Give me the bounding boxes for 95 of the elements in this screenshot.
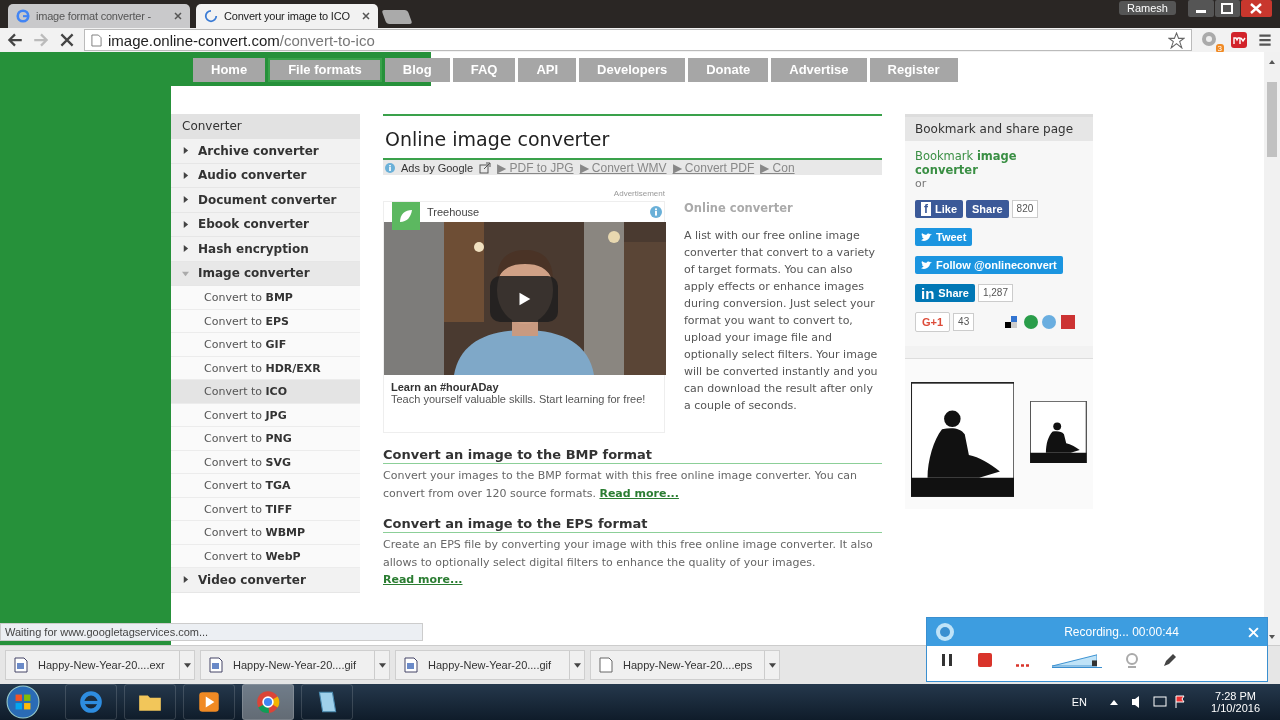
ads-label[interactable]: Ads by Google: [401, 161, 474, 174]
caret-icon[interactable]: [573, 662, 581, 668]
section-heading: Convert an image to the BMP format: [383, 447, 882, 464]
tab-title: image format converter -: [36, 10, 153, 22]
image-file-icon: [404, 657, 418, 673]
sidebar-item[interactable]: Document converter: [171, 188, 360, 213]
back-icon[interactable]: [6, 31, 24, 49]
recording-status: Recording... 00:00:44: [1063, 625, 1180, 639]
sidebar-item[interactable]: Video converter: [171, 568, 360, 593]
caret-icon[interactable]: [768, 662, 776, 668]
section-heading: Convert an image to the EPS format: [383, 516, 882, 533]
collapsed-triangle-icon: [182, 196, 189, 204]
star-icon[interactable]: [1168, 31, 1185, 49]
page-title: Online image converter: [383, 114, 882, 160]
bird-icon: [921, 260, 932, 270]
section-text: Create an EPS file by converting your image with this free online image converter. It also allows to optionally select digital filters to enhance the quality of your images. Read more...: [383, 537, 874, 588]
share-count: 1,287: [977, 284, 1013, 302]
ad-label: Advertisement: [612, 189, 665, 198]
play-icon: [196, 689, 222, 715]
linkedin-share-button[interactable]: in Share: [915, 284, 975, 302]
google-plus-button[interactable]: G+1: [915, 312, 951, 332]
download-item[interactable]: Happy-New-Year-20....gif: [200, 650, 390, 680]
sidebar-item[interactable]: Hash encryption: [171, 237, 360, 262]
leaf-logo-icon: [392, 202, 420, 230]
like-button[interactable]: f Like: [915, 200, 963, 218]
folder-taskbar-button[interactable]: [124, 684, 176, 720]
collapsed-triangle-icon: [182, 147, 189, 155]
panel-heading: Bookmark and share page: [905, 117, 1093, 141]
intro-text: A list with our free online image converter that convert to a variety of target formats. You can also apply effects or enhance images during conversion. Just select your format you want to convert to, upload your image file and optionally select filters. Your image will be converted instantly and you can download the result after only a couple of seconds.: [684, 228, 879, 414]
close-icon[interactable]: [174, 12, 182, 20]
download-item[interactable]: Happy-New-Year-20....eps: [590, 650, 780, 680]
ad-headline: Learn an #hourADay: [391, 381, 500, 393]
ad-card[interactable]: Treehouse Learn an #hourADay Teach yourself valuable skills. Start learning for free!: [383, 201, 665, 433]
scrollbar[interactable]: [1264, 52, 1280, 645]
or-text: or: [915, 177, 928, 190]
close-icon[interactable]: [362, 12, 370, 20]
caret-icon[interactable]: [378, 662, 386, 668]
download-item[interactable]: Happy-New-Year-20....exr: [5, 650, 195, 680]
language-indicator[interactable]: EN: [1071, 696, 1088, 708]
sidebar-subitem[interactable]: Convert to ICO: [171, 380, 360, 404]
extension-icon[interactable]: [1230, 31, 1248, 49]
collapsed-triangle-icon: [182, 171, 189, 179]
ad-brand: Treehouse: [427, 206, 480, 218]
external-link-icon[interactable]: [479, 161, 492, 174]
collapsed-triangle-icon: [182, 245, 189, 253]
image-file-icon: [209, 657, 223, 673]
browser-tab[interactable]: image format converter -: [8, 4, 190, 28]
clock-time[interactable]: 7:28 PM: [1215, 690, 1256, 702]
page-icon: [91, 33, 102, 47]
note-taskbar-button[interactable]: [301, 684, 353, 720]
pencil-icon[interactable]: [1162, 652, 1178, 668]
share-count: 820: [1011, 200, 1039, 218]
stop-icon[interactable]: [977, 652, 993, 668]
google-icon: [16, 9, 30, 23]
collapsed-triangle-icon: [182, 220, 189, 228]
stop-icon[interactable]: [58, 31, 76, 49]
caret-icon[interactable]: [183, 662, 191, 668]
share-count: 43: [953, 313, 975, 331]
e-logo-icon: [78, 689, 104, 715]
expanded-triangle-icon: [182, 269, 189, 277]
read-more-link[interactable]: Read more...: [383, 573, 463, 586]
clock-date[interactable]: 1/10/2016: [1211, 702, 1260, 714]
bird-icon: [921, 232, 932, 242]
bookmark-text: Bookmark image converter: [915, 149, 1018, 177]
start-button[interactable]: [6, 685, 40, 719]
play-button[interactable]: [490, 276, 558, 322]
chrome-taskbar-button[interactable]: [242, 684, 294, 720]
share-button[interactable]: Share: [966, 200, 1009, 218]
address-bar[interactable]: image.online-convert.com/convert-to-ico: [84, 29, 1192, 51]
sidebar-item[interactable]: Ebook converter: [171, 212, 360, 237]
sidebar-heading: Converter: [171, 114, 360, 139]
menu-icon[interactable]: [1256, 31, 1274, 49]
window-controls-icon[interactable]: [1188, 0, 1272, 18]
tab-title: Convert your image to ICO: [224, 10, 351, 22]
browser-logo-icon: [255, 689, 281, 715]
volume-slider[interactable]: [1052, 652, 1102, 668]
profile-button[interactable]: Ramesh: [1119, 1, 1176, 15]
intro-heading: Online converter: [684, 201, 794, 215]
media-taskbar-button[interactable]: [183, 684, 235, 720]
section-text: Convert your images to the BMP format with this free online image converter. You can convert from over 120 source formats. Read more...: [383, 468, 858, 502]
audio-level-icon: [1015, 663, 1030, 667]
pause-icon[interactable]: [939, 652, 955, 668]
collapsed-triangle-icon: [182, 576, 189, 584]
image-file-icon: [14, 657, 28, 673]
download-item[interactable]: Happy-New-Year-20....gif: [395, 650, 585, 680]
new-tab-button[interactable]: [381, 10, 413, 24]
sidebar-item[interactable]: Archive converter: [171, 139, 360, 164]
ad-text: Teach yourself valuable skills. Start learning for free!: [391, 393, 647, 405]
browser-tab[interactable]: Convert your image to ICO: [196, 4, 378, 28]
file-icon: [599, 657, 613, 673]
sidebar-item[interactable]: Audio converter: [171, 163, 360, 188]
ie-taskbar-button[interactable]: [65, 684, 117, 720]
sidebar-item[interactable]: Image converter: [171, 261, 360, 286]
read-more-link[interactable]: Read more...: [599, 486, 679, 500]
status-text: Waiting for www.googletagservices.com...: [0, 623, 423, 641]
